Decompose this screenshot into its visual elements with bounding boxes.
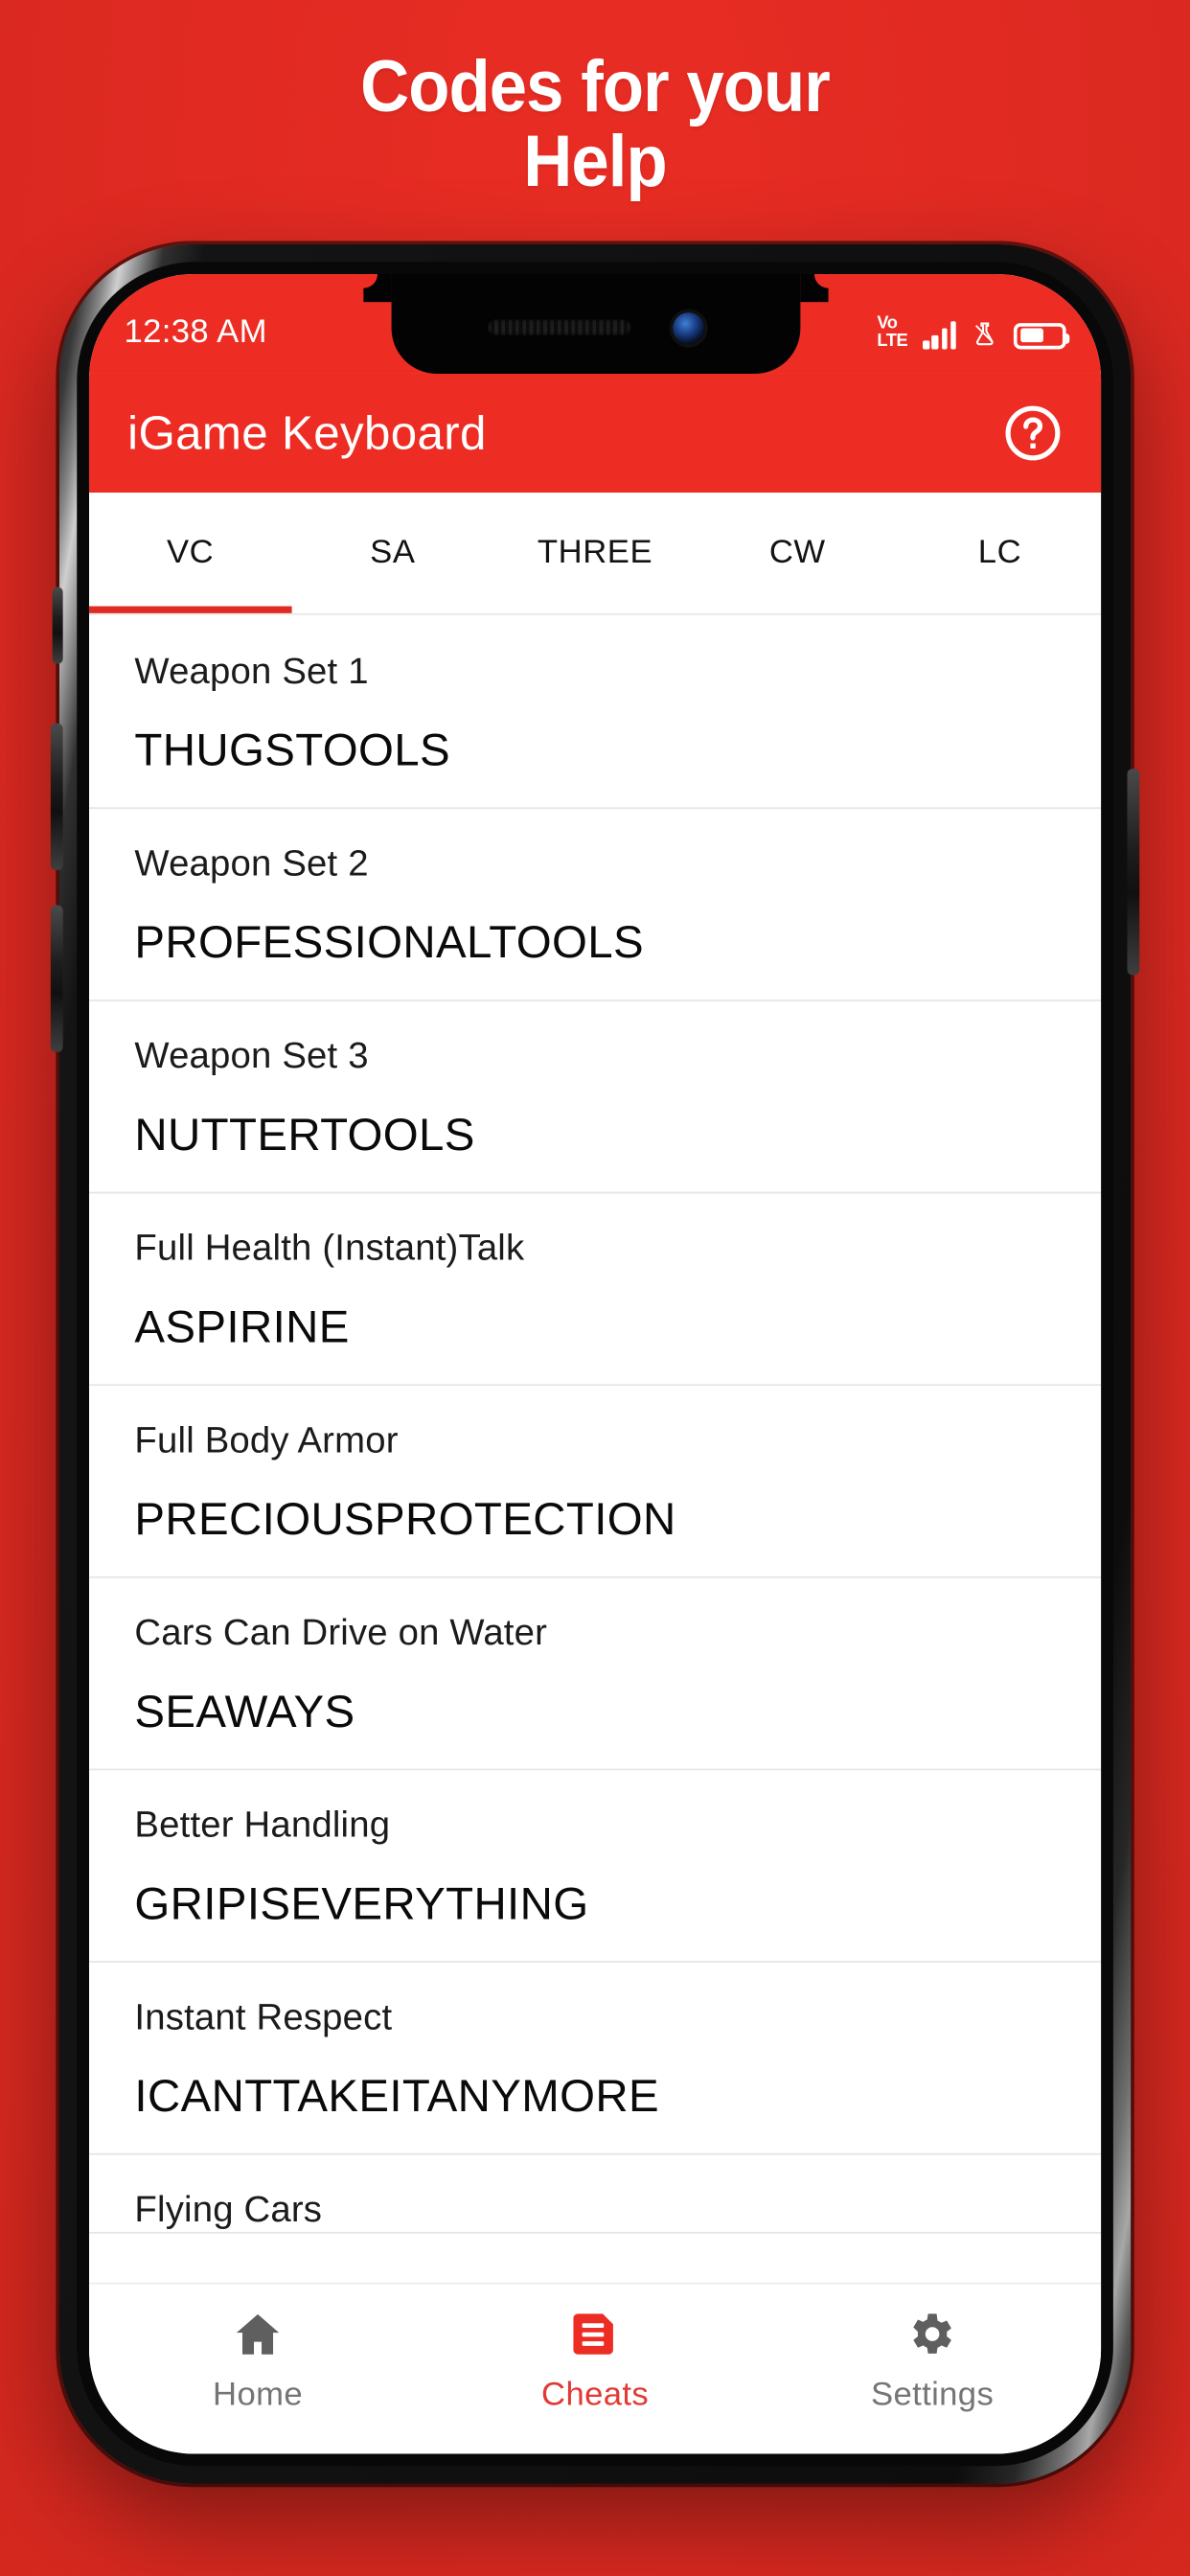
list-item[interactable]: Weapon Set 3 NUTTERTOOLS xyxy=(89,1001,1102,1194)
cheat-code[interactable]: ASPIRINE xyxy=(134,1300,1055,1355)
cheat-code[interactable]: PROFESSIONALTOOLS xyxy=(134,915,1055,970)
document-icon xyxy=(573,2312,613,2354)
nav-item-settings[interactable]: Settings xyxy=(764,2306,1101,2414)
nav-label: Cheats xyxy=(541,2376,650,2413)
tab-three[interactable]: THREE xyxy=(493,493,696,613)
tab-label: VC xyxy=(166,533,215,571)
volte-icon-top: Vo xyxy=(877,314,898,334)
list-item[interactable]: Weapon Set 1 THUGSTOOLS xyxy=(89,617,1102,810)
cheat-code[interactable]: GRIPISEVERYTHING xyxy=(134,1877,1055,1932)
cheats-list[interactable]: Weapon Set 1 THUGSTOOLS Weapon Set 2 PRO… xyxy=(89,616,1102,2283)
promo-headline-line2: Help xyxy=(523,120,667,202)
tab-vc[interactable]: VC xyxy=(89,493,291,613)
nav-label: Home xyxy=(213,2376,303,2413)
cheats-tab-bar[interactable]: VC SA THREE CW LC xyxy=(89,493,1102,615)
cheat-code[interactable]: THUGSTOOLS xyxy=(134,724,1055,778)
promo-headline: Codes for your Help xyxy=(41,50,1148,198)
nav-item-home[interactable]: Home xyxy=(89,2306,426,2414)
list-item[interactable]: Cars Can Drive on Water SEAWAYS xyxy=(89,1578,1102,1771)
notch-corner-right xyxy=(799,274,828,303)
tab-cw[interactable]: CW xyxy=(697,493,899,613)
app-title: iGame Keyboard xyxy=(127,405,487,459)
phone-notch xyxy=(390,274,800,374)
app-bar: iGame Keyboard xyxy=(89,373,1102,494)
phone-screen: 12:38 AM Vo LTE iGame Keyboard VC SA THR… xyxy=(89,274,1102,2454)
home-icon xyxy=(236,2312,280,2354)
cheat-code[interactable]: SEAWAYS xyxy=(134,1685,1055,1739)
tab-lc[interactable]: LC xyxy=(899,493,1101,613)
cheat-code[interactable]: ICANTTAKEITANYMORE xyxy=(134,2069,1055,2124)
nav-item-cheats[interactable]: Cheats xyxy=(426,2306,764,2414)
list-item[interactable]: Instant Respect ICANTTAKEITANYMORE xyxy=(89,1963,1102,2155)
tab-label: SA xyxy=(370,533,416,571)
cheat-title: Full Health (Instant)Talk xyxy=(134,1228,525,1269)
notch-corner-left xyxy=(362,274,391,303)
gear-icon xyxy=(913,2312,951,2353)
volume-up-button[interactable] xyxy=(50,723,63,870)
battery-icon xyxy=(1013,322,1070,349)
volume-down-button[interactable] xyxy=(50,905,63,1052)
flask-icon xyxy=(975,321,994,345)
volte-icon-bottom: LTE xyxy=(877,331,908,351)
cheat-title: Full Body Armor xyxy=(134,1420,399,1461)
help-circle-icon[interactable] xyxy=(1003,403,1063,463)
cheat-title: Flying Cars xyxy=(134,2190,323,2231)
volte-icon: Vo LTE xyxy=(877,314,908,351)
tab-label: THREE xyxy=(537,533,653,571)
list-item[interactable]: Full Health (Instant)Talk ASPIRINE xyxy=(89,1193,1102,1387)
cheat-title: Weapon Set 3 xyxy=(134,1036,369,1077)
mute-switch-button[interactable] xyxy=(52,586,63,664)
power-button[interactable] xyxy=(1127,769,1140,976)
cheat-title: Weapon Set 2 xyxy=(134,843,369,885)
list-item[interactable]: Flying Cars xyxy=(89,2155,1102,2234)
nav-label: Settings xyxy=(870,2376,995,2413)
cheat-code[interactable]: NUTTERTOOLS xyxy=(134,1108,1055,1162)
cheat-title: Weapon Set 1 xyxy=(134,651,369,692)
phone-device-mockup: 12:38 AM Vo LTE iGame Keyboard VC SA THR… xyxy=(50,244,1190,2576)
list-item[interactable]: Better Handling GRIPISEVERYTHING xyxy=(89,1770,1102,1963)
signal-bars-icon xyxy=(923,320,956,349)
status-bar-icons: Vo LTE xyxy=(877,299,1070,351)
status-bar-time: 12:38 AM xyxy=(124,313,267,351)
cheat-title: Instant Respect xyxy=(134,1997,393,2038)
bottom-navigation-bar[interactable]: Home Cheats Settings xyxy=(89,2282,1102,2454)
tab-label: LC xyxy=(977,533,1022,571)
tab-sa[interactable]: SA xyxy=(291,493,493,613)
front-camera-icon xyxy=(672,311,704,344)
list-item[interactable]: Full Body Armor PRECIOUSPROTECTION xyxy=(89,1386,1102,1578)
phone-frame: 12:38 AM Vo LTE iGame Keyboard VC SA THR… xyxy=(50,244,1140,2484)
cheat-title: Better Handling xyxy=(134,1805,391,1846)
cheat-title: Cars Can Drive on Water xyxy=(134,1613,548,1654)
promo-headline-line1: Codes for your xyxy=(360,46,831,127)
earpiece-speaker-icon xyxy=(486,319,630,335)
list-item[interactable]: Weapon Set 2 PROFESSIONALTOOLS xyxy=(89,809,1102,1001)
cheat-code[interactable]: PRECIOUSPROTECTION xyxy=(134,1492,1055,1547)
tab-label: CW xyxy=(768,533,826,571)
